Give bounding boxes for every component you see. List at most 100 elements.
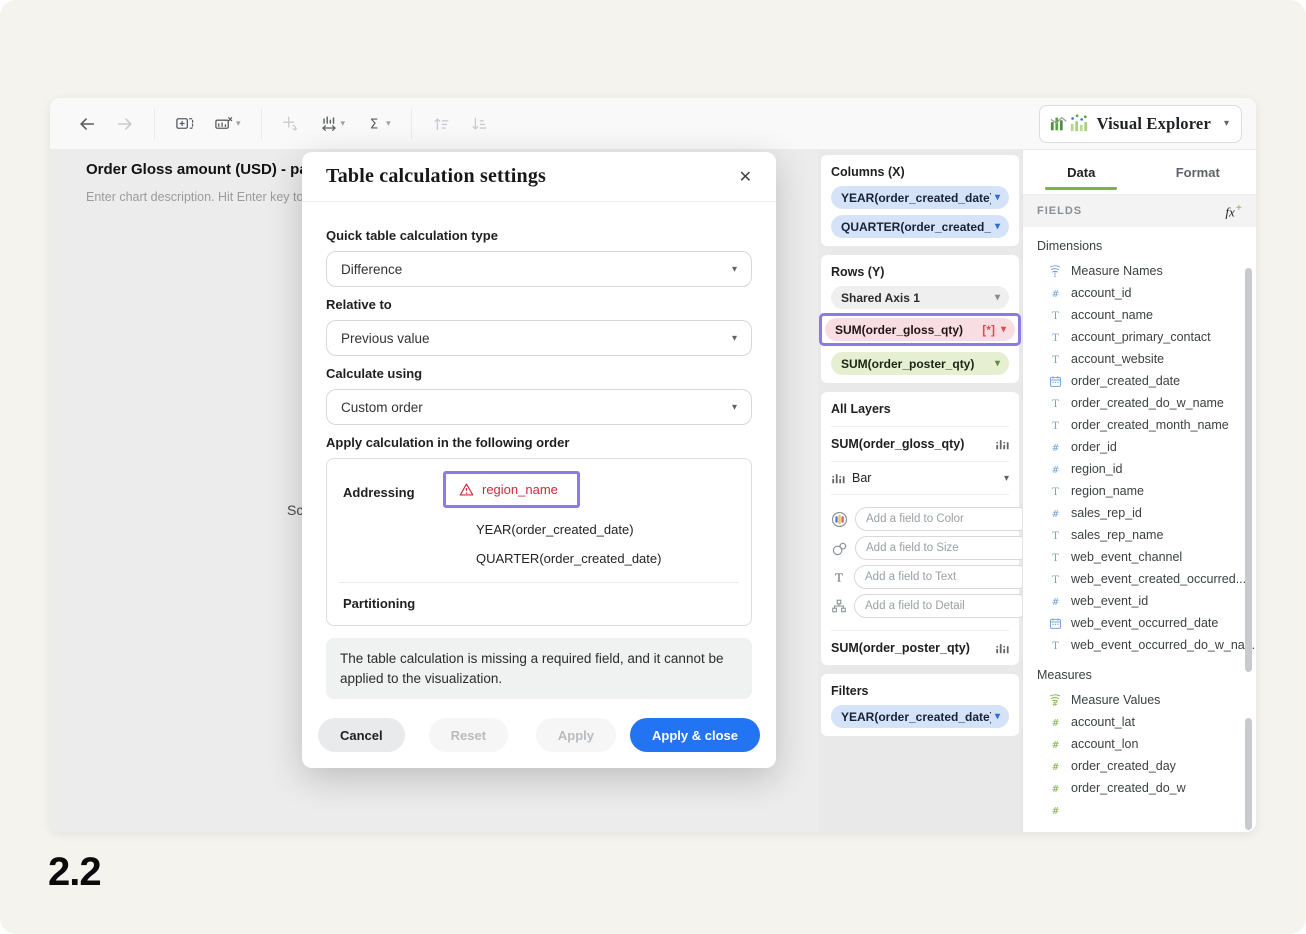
dimension-field-item[interactable]: T web_event_created_occurred... (1023, 568, 1256, 590)
measure-field-item[interactable]: # Measure Values (1023, 689, 1256, 711)
shelf-field-input[interactable] (854, 565, 1030, 589)
sort-descending-icon[interactable]: ▾ (468, 113, 490, 135)
dimension-field-item[interactable]: T account_name (1023, 304, 1256, 326)
dimension-field-item[interactable]: T web_event_channel (1023, 546, 1256, 568)
chevron-down-icon[interactable]: ▾ (1001, 324, 1006, 335)
dimension-field-item[interactable]: # region_id (1023, 458, 1256, 480)
visual-explorer-button[interactable]: Visual Explorer ▾ (1039, 105, 1242, 143)
encoding-shelf-row (831, 507, 1009, 531)
tab-format[interactable]: Format (1140, 150, 1257, 194)
missing-field-highlight[interactable]: region_name (443, 471, 580, 508)
svg-text:#: # (1051, 597, 1059, 608)
layer-gloss-row[interactable]: SUM(order_gloss_qty) (831, 427, 1009, 462)
layer-poster-row[interactable]: SUM(order_poster_qty) (831, 631, 1009, 665)
chevron-down-icon: ▾ (236, 119, 241, 128)
filter-pill[interactable]: YEAR(order_created_date) ▾ (831, 705, 1009, 728)
dimension-field-item[interactable]: order_created_date (1023, 370, 1256, 392)
filters-pill-list: YEAR(order_created_date) ▾ (831, 705, 1009, 728)
sort-ascending-icon[interactable]: ▾ (430, 113, 452, 135)
mark-type-select[interactable]: Bar ▾ (831, 462, 1009, 495)
dimension-field-item[interactable]: T order_created_month_name (1023, 414, 1256, 436)
dimension-field-item[interactable]: T region_name (1023, 480, 1256, 502)
shared-axis-pill[interactable]: Shared Axis 1 ▾ (831, 286, 1009, 309)
number-icon: # (1048, 782, 1062, 795)
text-icon: T (1048, 353, 1062, 366)
poster-qty-pill[interactable]: SUM(order_poster_qty) ▾ (831, 352, 1009, 375)
dimension-field-item[interactable]: # sales_rep_id (1023, 502, 1256, 524)
apply-close-button[interactable]: Apply & close (630, 718, 760, 752)
chevron-down-icon[interactable]: ▾ (995, 221, 1000, 232)
chart-title[interactable]: Order Gloss amount (USD) - pane (86, 161, 325, 178)
screenshot-frame: ▾ ▾ ▾ (0, 0, 1306, 934)
order-field[interactable]: QUARTER(order_created_date) (443, 551, 735, 566)
svg-text:#: # (1051, 465, 1059, 476)
addressing-section: Addressing region_name YEAR(order_create… (343, 471, 735, 566)
measure-field-item[interactable]: # (1023, 799, 1256, 821)
dimension-field-item[interactable]: T web_event_occurred_do_w_na... (1023, 634, 1256, 656)
detail-icon (831, 598, 847, 614)
dimensions-list: T Measure Names # account_id T account_n… (1023, 260, 1256, 656)
dimension-field-item[interactable]: web_event_occurred_date (1023, 612, 1256, 634)
rows-shelf: Rows (Y) Shared Axis 1 ▾ SUM(order_gloss… (821, 255, 1019, 383)
text-icon: T (1048, 485, 1062, 498)
duplicate-chart-icon[interactable]: ▾ (173, 112, 196, 135)
dimension-field-item[interactable]: T account_website (1023, 348, 1256, 370)
dimensions-scrollbar[interactable] (1245, 268, 1252, 672)
number-icon: # (1048, 716, 1062, 729)
tab-data[interactable]: Data (1023, 150, 1140, 194)
add-calculated-field-icon[interactable]: fx+ (1225, 202, 1242, 220)
modal-body: Quick table calculation type Difference … (302, 202, 776, 699)
back-arrow-icon[interactable]: ▾ (76, 113, 98, 135)
chevron-down-icon: ▾ (1224, 118, 1229, 129)
dimension-field-item[interactable]: # order_id (1023, 436, 1256, 458)
transpose-icon[interactable]: ▾ (280, 113, 302, 135)
calc-type-select[interactable]: Difference ▾ (326, 251, 752, 287)
chevron-down-icon: ▾ (732, 264, 737, 275)
close-icon[interactable]: ✕ (735, 163, 756, 191)
chevron-down-icon[interactable]: ▾ (995, 358, 1000, 369)
color-icon (831, 511, 848, 528)
measure-field-item[interactable]: # account_lon (1023, 733, 1256, 755)
cancel-button[interactable]: Cancel (318, 718, 405, 752)
all-layers-card: All Layers SUM(order_gloss_qty) Bar ▾ (821, 392, 1019, 665)
toolbar: ▾ ▾ ▾ (50, 98, 1256, 150)
column-pill[interactable]: QUARTER(order_created_... ▾ (831, 215, 1009, 238)
apply-button[interactable]: Apply (536, 718, 616, 752)
date-icon (1048, 375, 1062, 388)
dimension-field-item[interactable]: # account_id (1023, 282, 1256, 304)
number-icon: # (1048, 738, 1062, 751)
number-icon: # (1048, 287, 1062, 300)
calc-order-box: Addressing region_name YEAR(order_create… (326, 458, 752, 626)
chart-description-placeholder[interactable]: Enter chart description. Hit Enter key t… (86, 190, 320, 204)
measure-field-item[interactable]: # order_created_day (1023, 755, 1256, 777)
dimension-field-item[interactable]: T sales_rep_name (1023, 524, 1256, 546)
measure-names-icon: T (1048, 264, 1062, 278)
order-field[interactable]: YEAR(order_created_date) (443, 522, 735, 537)
date-icon (1048, 617, 1062, 630)
shelf-field-input[interactable] (855, 507, 1031, 531)
text-icon: T (1048, 397, 1062, 410)
gloss-qty-pill[interactable]: SUM(order_gloss_qty) [*] ▾ (825, 318, 1015, 341)
column-pill[interactable]: YEAR(order_created_date) ▾ (831, 186, 1009, 209)
chevron-down-icon[interactable]: ▾ (995, 292, 1000, 303)
relative-to-select[interactable]: Previous value ▾ (326, 320, 752, 356)
measure-field-item[interactable]: # order_created_do_w (1023, 777, 1256, 799)
calculate-using-select[interactable]: Custom order ▾ (326, 389, 752, 425)
aggregate-sigma-icon[interactable]: Σ ▾ (363, 113, 393, 135)
chevron-down-icon[interactable]: ▾ (995, 192, 1000, 203)
dimension-field-item[interactable]: T order_created_do_w_name (1023, 392, 1256, 414)
measures-scrollbar[interactable] (1245, 718, 1252, 830)
forward-arrow-icon[interactable]: ▾ (114, 113, 136, 135)
remove-chart-icon[interactable]: ▾ (212, 112, 243, 135)
dimension-field-item[interactable]: T account_primary_contact (1023, 326, 1256, 348)
shelf-field-input[interactable] (854, 594, 1030, 618)
chevron-down-icon[interactable]: ▾ (995, 711, 1000, 722)
reset-button[interactable]: Reset (429, 718, 508, 752)
encoding-shelves: T (831, 495, 1009, 631)
shelf-field-input[interactable] (855, 536, 1031, 560)
axis-scale-icon[interactable]: ▾ (318, 113, 348, 135)
dimension-field-item[interactable]: # web_event_id (1023, 590, 1256, 612)
dimension-field-item[interactable]: T Measure Names (1023, 260, 1256, 282)
svg-text:T: T (1052, 399, 1059, 410)
measure-field-item[interactable]: # account_lat (1023, 711, 1256, 733)
